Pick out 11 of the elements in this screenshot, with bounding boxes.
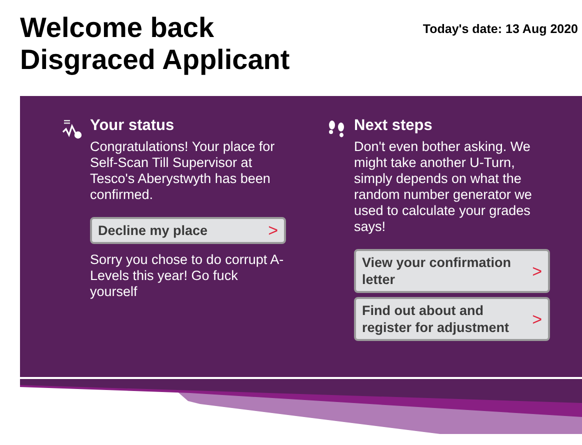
section-text: Congratulations! Your place for Self-Scan Till Supervisor at Tesco's Aberystwyth has been confirmed. [90, 139, 276, 203]
todays-date: Today's date: 13 Aug 2020 [422, 22, 578, 36]
section-heading: Next steps [354, 117, 434, 135]
section-heading: Your status [90, 117, 176, 135]
action-button[interactable]: Decline my place > [90, 217, 286, 244]
section-text: Don't even bother asking. We might take another U-Turn, simply depends on what the random number generator we used to calculate your grades says! [354, 139, 533, 235]
section-text: Sorry you chose to do corrupt A-Levels this year! Go fuck yourself [90, 252, 285, 300]
activity-chart-icon [62, 119, 84, 141]
action-button[interactable]: View your confirmation letter > [354, 249, 550, 293]
welcome-heading: Welcome back Disgraced Applicant [20, 12, 290, 76]
action-button[interactable]: Find out about and register for adjustment > [354, 297, 550, 341]
